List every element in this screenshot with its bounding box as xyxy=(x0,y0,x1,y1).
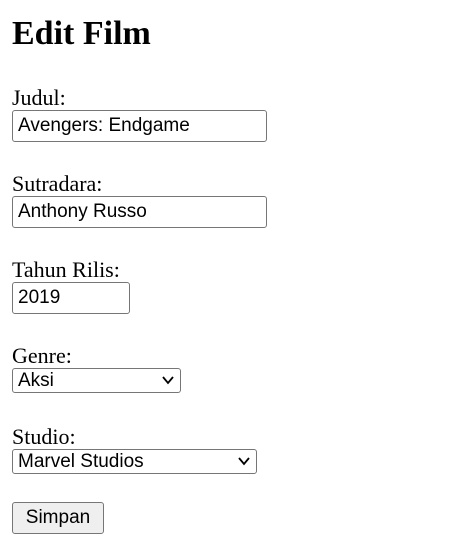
chevron-down-icon xyxy=(238,457,250,466)
studio-field-group: Studio: Marvel Studios xyxy=(12,425,257,474)
judul-label: Judul: xyxy=(12,85,66,110)
tahun-rilis-label: Tahun Rilis: xyxy=(12,257,120,282)
tahun-rilis-field-group: Tahun Rilis: 2019 xyxy=(12,258,130,314)
genre-label: Genre: xyxy=(12,343,72,368)
genre-select-value: Aksi xyxy=(18,370,54,391)
judul-input[interactable]: Avengers: Endgame xyxy=(12,110,267,142)
simpan-button[interactable]: Simpan xyxy=(12,502,104,534)
genre-select[interactable]: Aksi xyxy=(12,368,181,393)
sutradara-input[interactable]: Anthony Russo xyxy=(12,196,267,228)
genre-field-group: Genre: Aksi xyxy=(12,344,181,393)
page-title: Edit Film xyxy=(12,15,151,52)
studio-label: Studio: xyxy=(12,424,76,449)
sutradara-label: Sutradara: xyxy=(12,171,103,196)
studio-select[interactable]: Marvel Studios xyxy=(12,449,257,474)
studio-select-value: Marvel Studios xyxy=(18,451,144,472)
judul-field-group: Judul: Avengers: Endgame xyxy=(12,86,267,142)
tahun-rilis-input[interactable]: 2019 xyxy=(12,282,130,314)
chevron-down-icon xyxy=(162,376,174,385)
sutradara-field-group: Sutradara: Anthony Russo xyxy=(12,172,267,228)
